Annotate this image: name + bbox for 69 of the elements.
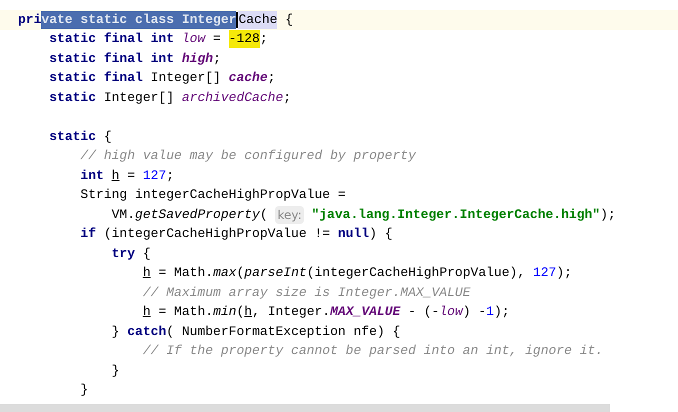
code-text: { [284,10,294,29]
code-text: { [104,128,112,146]
field-name: MAX_VALUE [330,303,400,322]
keyword-text: static final int [49,50,176,68]
keyword-text: static [49,88,98,107]
method-name: min [213,303,236,322]
keyword-text: try [112,244,136,263]
code-text: = Math. [157,264,214,282]
variable-name: h [244,303,252,322]
method-name: getSavedProperty [135,206,260,224]
method-name: max [213,264,236,282]
code-text: ); [556,264,572,282]
code-text: ; [268,69,276,88]
code-text: { [142,244,151,263]
code-text: ( [260,206,269,224]
field-name: cache [228,69,268,88]
keyword-text: static final [49,69,144,88]
code-text: } [80,381,88,400]
code-text: ; [283,88,292,107]
string-literal: "java.lang.Integer.IntegerCache.high" [310,206,600,224]
code-comment: // high value may be configured by property [80,147,416,166]
number-literal: 1 [486,303,494,322]
highlighted-identifier: Cache [238,10,278,29]
code-text: ; [166,166,174,185]
code-text: ); [494,303,510,322]
variable-name: h [142,264,151,282]
keyword-text: if [80,225,98,244]
field-name: archivedCache [182,88,284,107]
field-name: low [182,30,206,48]
field-name: high [182,50,214,68]
code-text: ( [236,303,244,322]
search-match: -128 [228,30,260,48]
code-text: String integerCacheHighPropValue = [80,186,346,204]
code-text: ) { [369,225,392,244]
method-name: parseInt [244,264,307,282]
code-text: = [212,30,222,48]
code-text: } [112,362,120,380]
field-name: low [439,303,463,322]
code-text: ; [260,30,268,48]
code-text: , Integer. [252,303,330,322]
code-comment: // If the property cannot be parsed into an int, ignore it. [142,342,604,360]
number-literal: 127 [532,264,556,282]
code-text: } [112,322,120,341]
code-text: ; [213,50,221,68]
code-text: (integerCacheHighPropValue), [306,264,526,282]
keyword-text: int [80,166,105,185]
code-text: (integerCacheHighPropValue != [104,225,332,244]
code-text: VM. [112,206,136,224]
code-text: = [126,166,136,185]
selected-text: vate static class Integer [41,10,236,29]
code-text: Integer[] [150,69,222,88]
variable-name: h [112,166,120,185]
parameter-hint: key: [275,206,304,224]
keyword-text: static final int [49,30,176,48]
code-text: ( NumberFormatException nfe) { [166,322,400,341]
number-literal: 127 [142,166,166,185]
keyword-text: static [49,128,98,146]
horizontal-scrollbar[interactable] [0,404,610,412]
code-text: - (- [407,303,440,322]
code-text: ); [600,206,616,224]
variable-name: h [142,303,151,322]
code-text: ) - [462,303,486,322]
code-text: Integer[] [104,88,176,107]
keyword-text: null [338,225,370,244]
code-comment: // Maximum array size is Integer.MAX_VALUE [142,284,470,302]
keyword-text: catch [127,322,166,341]
code-text: = Math. [157,303,214,322]
keyword-text: pri [18,10,42,29]
code-text: ( [236,264,244,282]
